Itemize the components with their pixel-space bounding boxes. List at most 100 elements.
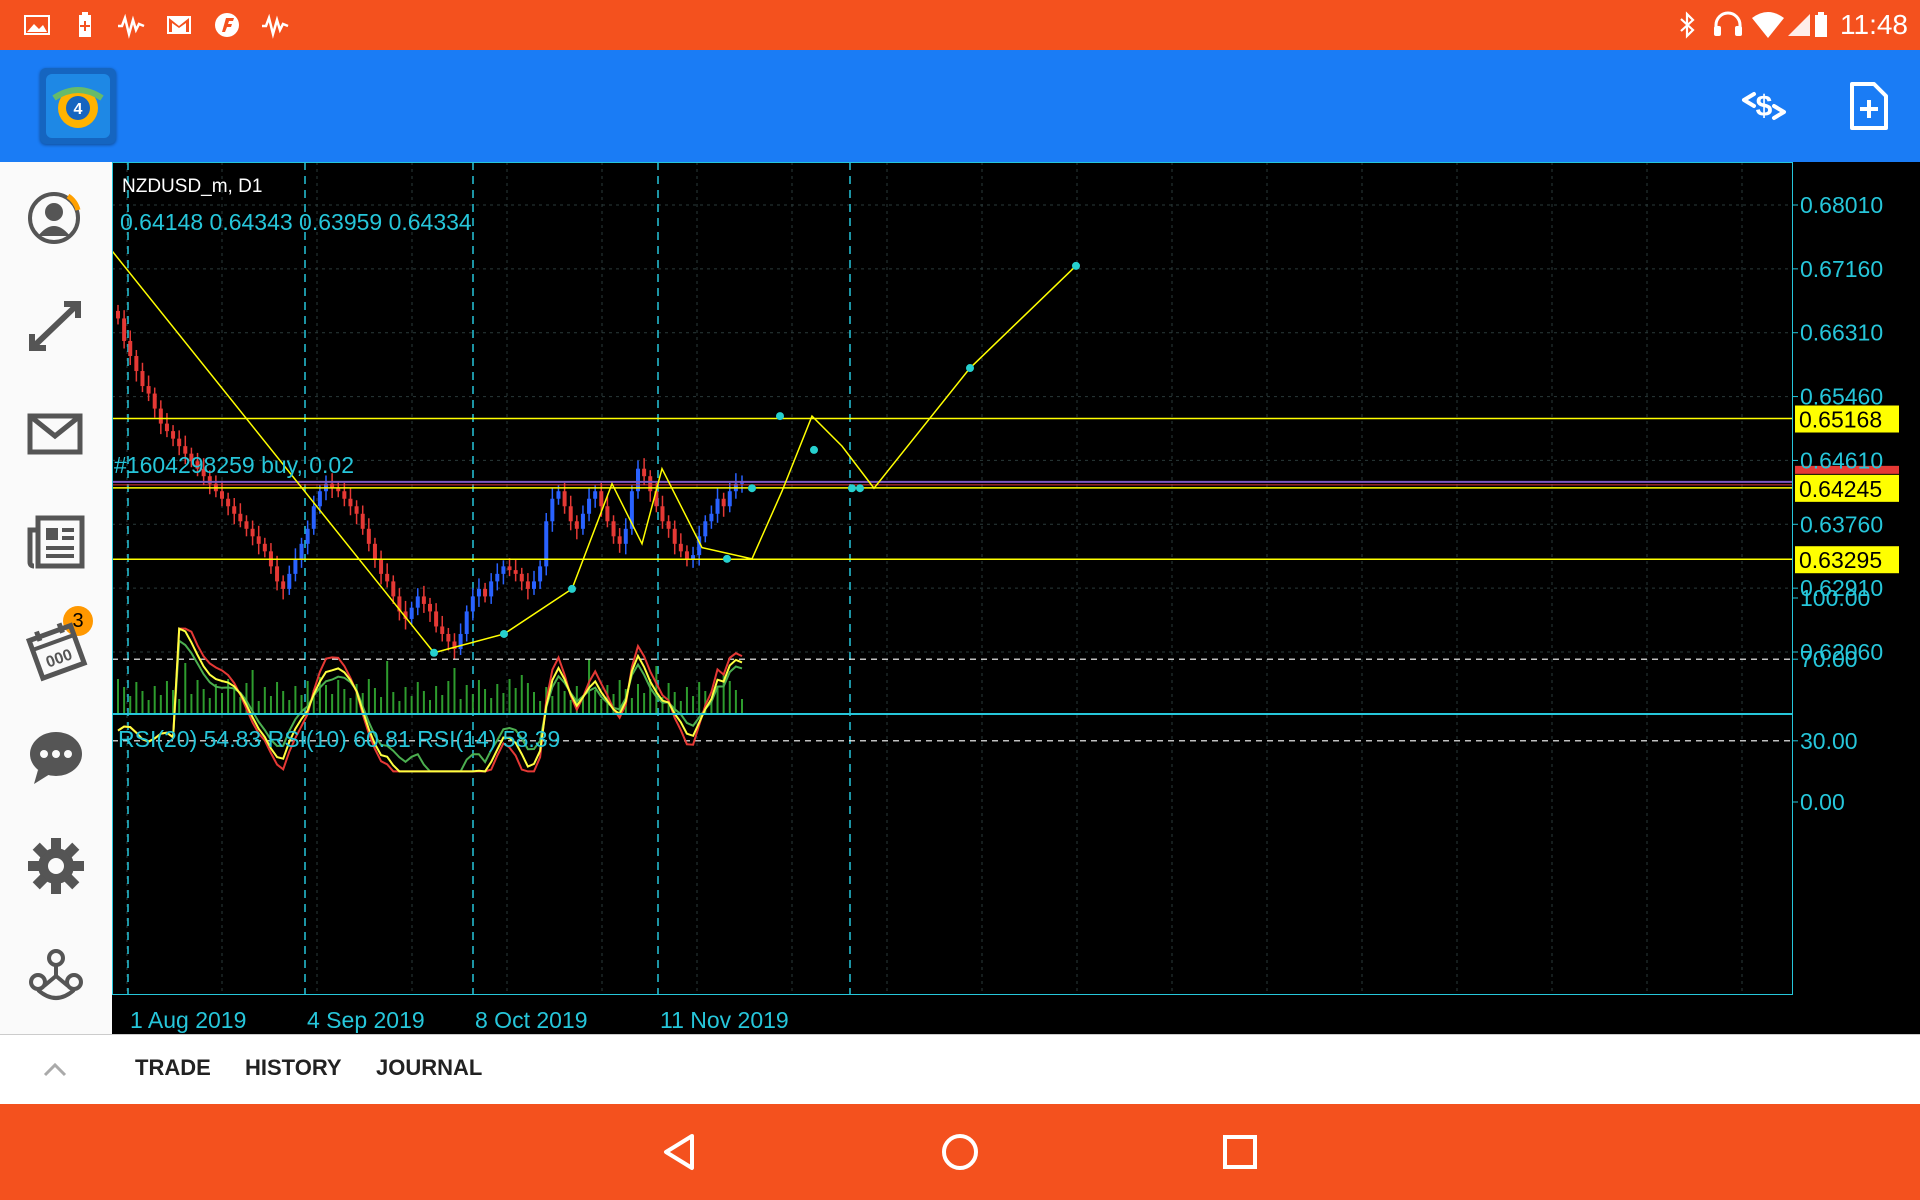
quick-trade-icon[interactable]: $ — [1736, 78, 1792, 134]
candle-body — [262, 543, 267, 552]
recents-icon[interactable] — [1216, 1128, 1264, 1176]
candle-body — [281, 581, 286, 589]
rsi-tick: 30.00 — [1800, 728, 1858, 754]
tab-journal[interactable]: JOURNAL — [376, 1055, 482, 1081]
candle-body — [703, 521, 708, 537]
fast-icon — [215, 13, 239, 37]
candle-body — [146, 386, 151, 394]
price-tick: 0.66310 — [1800, 320, 1883, 346]
tab-history[interactable]: HISTORY — [245, 1055, 342, 1081]
bluetooth-icon — [1680, 11, 1695, 39]
level-label: 0.65168 — [1799, 407, 1882, 433]
price-tick: 0.63760 — [1800, 511, 1883, 537]
candle-body — [379, 558, 384, 574]
arrows-icon[interactable] — [24, 294, 88, 358]
candle-body — [483, 588, 488, 597]
candle-body — [330, 483, 335, 488]
candle-body — [409, 607, 414, 619]
candle-body — [116, 310, 120, 319]
anchor-point — [848, 484, 856, 493]
back-icon[interactable] — [656, 1128, 704, 1176]
rsi-label: RSI(20) 54.83 RSI(10) 60.81 RSI(14) 58.3… — [118, 726, 560, 752]
candle-body — [470, 596, 475, 612]
metatrader4-logo[interactable]: 4 — [40, 68, 116, 144]
svg-text:$: $ — [1756, 90, 1773, 123]
anchor-point — [748, 484, 756, 493]
candle-body — [122, 318, 127, 341]
candle-body — [171, 431, 176, 439]
date-tick: 11 Nov 2019 — [660, 1007, 789, 1033]
candle-body — [501, 566, 506, 574]
community-icon[interactable] — [24, 942, 88, 1006]
new-order-icon[interactable] — [1840, 78, 1896, 134]
candle-body — [360, 513, 365, 529]
candle-body — [428, 603, 432, 612]
order-label: #1604298259 buy, 0.02 — [114, 452, 354, 478]
candle-body — [256, 536, 261, 544]
candle-body — [587, 498, 592, 514]
price-tick: 0.67160 — [1800, 256, 1883, 282]
candle-body — [660, 506, 665, 522]
calendar-icon[interactable]: 000 — [24, 618, 88, 682]
candle-body — [648, 476, 653, 492]
clock: 11:48 — [1840, 9, 1908, 40]
candle-body — [642, 468, 647, 477]
candle-body — [605, 506, 610, 522]
candle-body — [342, 491, 347, 499]
candle-body — [519, 573, 524, 582]
chevron-up-icon[interactable] — [40, 1055, 70, 1085]
rsi-tick: 100.00 — [1800, 585, 1870, 611]
level-label: 0.63295 — [1799, 547, 1882, 573]
chart-area[interactable]: 0.65168 0.64245 0.63295 0.68010 0.67160 0.66… — [111, 162, 1920, 1034]
candle-body — [464, 611, 469, 634]
ohlc-readout: 0.64148 0.64343 0.63959 0.64334 — [120, 209, 472, 235]
candle-body — [507, 566, 512, 571]
candle-body — [366, 528, 371, 544]
anchor-point — [568, 584, 576, 593]
status-bar: 11:48 — [0, 0, 1920, 50]
candle-body — [158, 408, 163, 424]
anchor-point — [856, 484, 864, 493]
candle-body — [385, 573, 390, 582]
date-tick: 1 Aug 2019 — [130, 1007, 246, 1033]
candle-body — [164, 423, 169, 432]
price-chart[interactable]: 0.65168 0.64245 0.63295 0.68010 0.67160 0.66… — [111, 162, 1920, 1034]
svg-text:4: 4 — [74, 101, 83, 118]
candle-body — [550, 498, 555, 522]
candle-body — [525, 581, 530, 589]
candle-body — [678, 543, 683, 552]
candle-body — [666, 521, 671, 529]
candle-body — [238, 513, 243, 522]
waveform-icon — [118, 13, 145, 39]
candle-body — [672, 528, 677, 544]
candle-body — [177, 438, 182, 447]
headset-icon — [1714, 11, 1742, 36]
home-icon[interactable] — [936, 1128, 984, 1176]
gear-icon[interactable] — [24, 834, 88, 898]
app-bar: 4 $ — [0, 50, 1920, 162]
candle-body — [580, 513, 585, 529]
bottom-tab-bar: TRADE HISTORY JOURNAL — [0, 1034, 1920, 1105]
candle-body — [232, 506, 237, 514]
candle-body — [611, 521, 616, 537]
candle-body — [287, 573, 292, 589]
anchor-point — [810, 445, 818, 454]
candle-body — [220, 491, 224, 499]
rsi-tick: 0.00 — [1800, 789, 1845, 815]
sidebar: 3 000 — [0, 162, 113, 1034]
level-label: 0.64245 — [1799, 476, 1882, 502]
mail-icon[interactable] — [24, 402, 88, 466]
price-tick: 0.65460 — [1800, 384, 1883, 410]
candle-body — [421, 596, 426, 604]
candle-body — [538, 566, 543, 582]
candle-body — [599, 491, 604, 507]
account-icon[interactable] — [24, 186, 88, 250]
candle-body — [317, 491, 322, 507]
battery-plus-icon — [79, 12, 91, 37]
candle-body — [593, 491, 598, 499]
news-icon[interactable] — [24, 510, 88, 574]
candle-body — [495, 573, 500, 582]
chat-icon[interactable] — [24, 726, 88, 790]
tab-trade[interactable]: TRADE — [135, 1055, 211, 1081]
candle-body — [415, 596, 420, 608]
